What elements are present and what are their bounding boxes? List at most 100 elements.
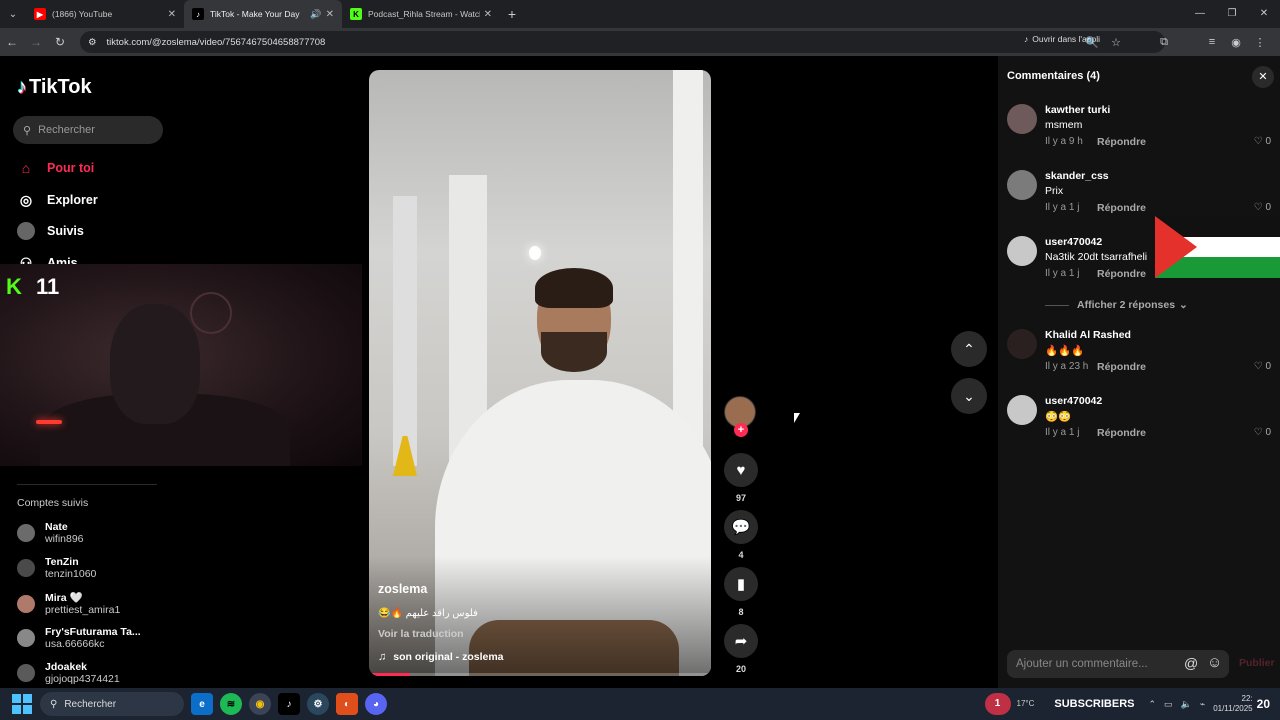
reply-button[interactable]: Répondre xyxy=(1097,427,1146,439)
following-account[interactable]: TenZin tenzin1060 xyxy=(17,556,96,580)
avatar[interactable] xyxy=(1007,236,1037,266)
see-translation-link[interactable]: Voir la traduction xyxy=(378,628,464,640)
nav-label: Pour toi xyxy=(47,161,95,175)
following-account[interactable]: Jdoakek gjojoqp4374421 xyxy=(17,661,120,685)
comment-text: 😳😳 xyxy=(1045,411,1072,423)
chevron-up-icon[interactable]: ⌃ xyxy=(1148,699,1156,710)
tab-tiktok[interactable]: ♪ TikTok - Make Your Day 🔊 ✕ xyxy=(184,0,342,28)
creator-avatar[interactable]: + xyxy=(724,396,756,437)
reply-button[interactable]: Répondre xyxy=(1097,202,1146,214)
comment-like[interactable]: ♡ 0 xyxy=(1254,361,1271,372)
comment-user[interactable]: user470042 xyxy=(1045,395,1102,407)
heart-icon[interactable]: ♥ xyxy=(724,453,758,487)
mouse-cursor xyxy=(794,413,800,423)
network-icon[interactable]: ⌁ xyxy=(1200,699,1205,710)
tiktok-app-icon[interactable]: ♪ xyxy=(278,693,300,715)
site-info-icon[interactable]: ⚙ xyxy=(88,37,97,48)
speaker-icon[interactable]: 🔊 xyxy=(310,9,321,20)
following-account[interactable]: Nate wifin896 xyxy=(17,521,84,545)
comment-like[interactable]: ♡ 0 xyxy=(1254,202,1271,213)
reply-button[interactable]: Répondre xyxy=(1097,268,1146,280)
media-control-icon[interactable]: ≡ xyxy=(1200,36,1224,48)
avatar[interactable] xyxy=(1007,395,1037,425)
comments-panel: Commentaires (4) ✕ kawther turki msmem I… xyxy=(998,56,1280,688)
close-icon[interactable]: ✕ xyxy=(484,9,492,20)
comment-icon[interactable]: 💬 xyxy=(724,510,758,544)
emoji-icon[interactable]: ☺ xyxy=(1207,654,1222,671)
follow-plus-icon[interactable]: + xyxy=(734,423,748,437)
comment-user[interactable]: Khalid Al Rashed xyxy=(1045,329,1131,341)
nav-item-explore[interactable]: ◎ Explorer xyxy=(17,191,167,209)
close-icon[interactable]: ✕ xyxy=(168,9,176,20)
menu-icon[interactable]: ⋮ xyxy=(1248,36,1272,49)
zoom-icon[interactable]: 🔍 xyxy=(1080,36,1104,49)
display-icon[interactable]: ▭ xyxy=(1164,699,1173,710)
close-icon[interactable]: ✕ xyxy=(326,9,334,20)
edge-icon[interactable]: e xyxy=(191,693,213,715)
taskbar-search[interactable]: ⚲ Rechercher xyxy=(40,692,184,716)
avatar[interactable] xyxy=(1007,104,1037,134)
extensions-icon[interactable]: ⧉ xyxy=(1152,36,1176,49)
heart-outline-icon: ♡ xyxy=(1253,202,1263,213)
comment-action[interactable]: 💬 4 xyxy=(724,510,758,560)
comment-user[interactable]: kawther turki xyxy=(1045,104,1110,116)
nav-item-following[interactable]: Suivis xyxy=(17,222,167,240)
save-action[interactable]: ▮ 8 xyxy=(724,567,758,617)
share-icon[interactable]: ➦ xyxy=(724,624,758,658)
discord-icon[interactable]: ◕ xyxy=(365,693,387,715)
back-icon[interactable]: ← xyxy=(0,35,24,49)
avatar xyxy=(17,594,35,613)
tab-search-button[interactable]: ⌄ xyxy=(0,0,26,28)
bookmark-icon[interactable]: ▮ xyxy=(724,567,758,601)
tiktok-logo[interactable]: ♪ TikTok xyxy=(17,76,92,99)
home-icon: ⌂ xyxy=(21,160,31,176)
profile-avatar-icon[interactable]: ◉ xyxy=(1224,36,1248,49)
volume-icon[interactable]: 🔈 xyxy=(1181,699,1192,710)
like-action[interactable]: ♥ 97 xyxy=(724,453,758,503)
maximize-icon[interactable]: ❐ xyxy=(1216,0,1248,28)
tab-youtube[interactable]: ▶ (1866) YouTube ✕ xyxy=(26,0,184,28)
sound-link[interactable]: ♫ son original - zoslema xyxy=(378,651,504,663)
url-field[interactable]: ⚙ tiktok.com/@zoslema/video/756746750465… xyxy=(80,31,1165,53)
comment-user[interactable]: skander_css xyxy=(1045,170,1109,182)
following-account[interactable]: Fry'sFuturama Ta... usa.66666kc xyxy=(17,626,141,650)
comment-like[interactable]: ♡ 0 xyxy=(1254,427,1271,438)
reply-button[interactable]: Répondre xyxy=(1097,361,1146,373)
avatar[interactable] xyxy=(1007,329,1037,359)
mention-icon[interactable]: @ xyxy=(1184,655,1198,671)
comment-user[interactable]: user470042 xyxy=(1045,236,1102,248)
windows-start-icon[interactable] xyxy=(12,694,32,714)
spotify-icon[interactable]: ≋ xyxy=(220,693,242,715)
nav-item-for-you[interactable]: ⌂ Pour toi xyxy=(17,159,167,177)
reload-icon[interactable]: ↻ xyxy=(48,35,72,49)
show-replies-button[interactable]: Afficher 2 réponses ⌄ xyxy=(1045,299,1188,311)
following-avatar-icon xyxy=(17,222,35,240)
minimize-icon[interactable]: — xyxy=(1184,0,1216,28)
search-input[interactable]: ⚲ Rechercher xyxy=(13,116,163,144)
tab-kick[interactable]: K Podcast_Rihla Stream - Watch l ✕ xyxy=(342,0,500,28)
new-tab-button[interactable]: + xyxy=(500,6,524,22)
video-player[interactable]: zoslema فلوس راقد عليهم 🔥😂 Voir la tradu… xyxy=(369,70,711,676)
close-window-icon[interactable]: ✕ xyxy=(1248,0,1280,28)
next-video-button[interactable]: ⌄ xyxy=(951,378,987,414)
chrome-icon[interactable]: ◉ xyxy=(249,693,271,715)
comment-time: Il y a 1 j xyxy=(1045,427,1080,438)
steam-icon[interactable]: ⚙ xyxy=(307,693,329,715)
avatar[interactable] xyxy=(1007,170,1037,200)
share-action[interactable]: ➦ 20 xyxy=(724,624,758,674)
video-author[interactable]: zoslema xyxy=(378,582,427,596)
weather-widget[interactable]: 17°C xyxy=(1017,699,1035,709)
previous-video-button[interactable]: ⌃ xyxy=(951,331,987,367)
forward-icon[interactable]: → xyxy=(24,35,48,49)
publish-button[interactable]: Publier xyxy=(1239,657,1275,669)
close-comments-button[interactable]: ✕ xyxy=(1252,66,1274,88)
taskbar-clock[interactable]: 22: 01/11/2025 xyxy=(1213,694,1252,714)
comment-like[interactable]: ♡ 0 xyxy=(1254,136,1271,147)
orange-app-icon[interactable]: ◐ xyxy=(336,693,358,715)
video-progress-bar[interactable] xyxy=(369,673,711,676)
reply-button[interactable]: Répondre xyxy=(1097,136,1146,148)
bookmark-star-icon[interactable]: ☆ xyxy=(1104,36,1128,49)
following-account[interactable]: Mira 🤍 prettiest_amira1 xyxy=(17,591,120,616)
account-name: TenZin xyxy=(45,556,79,568)
notification-badge[interactable]: 1 xyxy=(984,693,1011,715)
